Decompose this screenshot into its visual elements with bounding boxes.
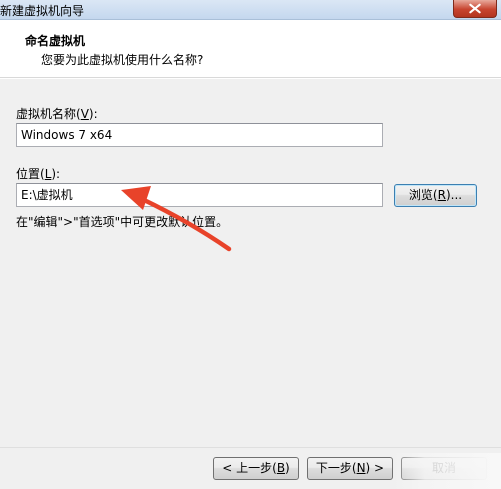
next-button[interactable]: 下一步(N) > xyxy=(307,457,393,480)
vm-name-label-prefix: 虚拟机名称( xyxy=(16,107,81,121)
vm-name-label-suffix: ): xyxy=(88,107,98,121)
title-bar[interactable]: 新建虚拟机向导 xyxy=(0,0,501,20)
window-title: 新建虚拟机向导 xyxy=(0,4,85,18)
watermark-overlay xyxy=(392,453,501,489)
page-title: 命名虚拟机 xyxy=(25,34,86,48)
location-label-prefix: 位置( xyxy=(16,167,45,181)
back-label-suffix: ) xyxy=(285,461,290,475)
next-label-prefix: 下一步( xyxy=(315,461,357,475)
next-label-accesskey: N xyxy=(356,461,366,475)
browse-label-accesskey: R xyxy=(437,188,446,202)
vm-name-input[interactable]: Windows 7 x64 xyxy=(16,123,383,147)
wizard-header: 命名虚拟机 您要为此虚拟机使用什么名称? xyxy=(0,20,501,78)
browse-button[interactable]: 浏览(R)... xyxy=(394,184,477,207)
wizard-body: 虚拟机名称(V): Windows 7 x64 位置(L): E:\虚拟机 浏览… xyxy=(0,79,501,447)
next-label-suffix: ) > xyxy=(365,461,385,475)
close-button[interactable] xyxy=(453,0,497,18)
back-label-prefix: < 上一步( xyxy=(222,461,277,475)
page-subtitle: 您要为此虚拟机使用什么名称? xyxy=(41,53,204,67)
wizard-window: 新建虚拟机向导 命名虚拟机 您要为此虚拟机使用什么名称? 虚拟机名称(V): W… xyxy=(0,0,501,489)
default-location-hint: 在"编辑">"首选项"中可更改默认位置。 xyxy=(16,215,229,229)
location-input[interactable]: E:\虚拟机 xyxy=(16,183,383,207)
browse-label-suffix: )... xyxy=(445,188,463,202)
close-icon xyxy=(469,3,481,14)
back-label-accesskey: B xyxy=(276,461,286,475)
browse-label-prefix: 浏览( xyxy=(408,188,438,202)
back-button[interactable]: < 上一步(B) xyxy=(213,457,299,480)
vm-name-label-accesskey: V xyxy=(80,107,89,121)
location-label: 位置(L): xyxy=(16,165,60,182)
vm-name-label: 虚拟机名称(V): xyxy=(16,105,98,122)
location-label-suffix: ): xyxy=(51,167,61,181)
